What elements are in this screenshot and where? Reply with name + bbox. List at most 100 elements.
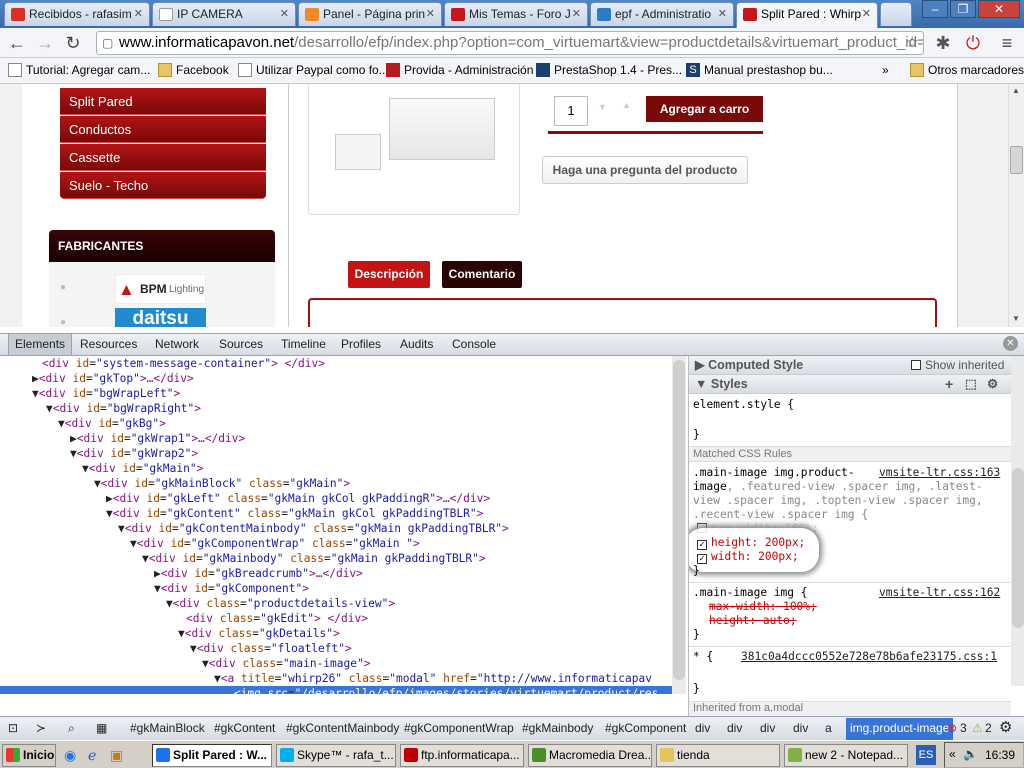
- bookmark-tutorial[interactable]: Tutorial: Agregar cam...: [8, 63, 150, 77]
- brand-daitsu-logo[interactable]: daitsu: [115, 308, 206, 327]
- add-to-cart-button[interactable]: Agregar a carro: [646, 96, 763, 122]
- taskbar-skype[interactable]: Skype™ - rafa_t...: [276, 744, 396, 767]
- rule2-prop-max-width[interactable]: max-width: 100%;: [709, 600, 817, 614]
- bookmark-provida[interactable]: Provida - Administración: [386, 63, 533, 77]
- tab-foro[interactable]: Mis Temas - Foro J ✕: [444, 2, 588, 26]
- folder-quicklaunch-icon[interactable]: ▣: [110, 747, 123, 764]
- chrome-quicklaunch-icon[interactable]: ◉: [64, 747, 76, 764]
- language-indicator[interactable]: ES: [916, 745, 936, 765]
- dom-node[interactable]: <div id="system-message-container"> </di…: [42, 356, 325, 371]
- tab-epf-admin[interactable]: epf - Administratio ✕: [590, 2, 734, 26]
- tab-timeline[interactable]: Timeline: [281, 337, 326, 351]
- styles-header[interactable]: ▼ Styles + ⬚ ⚙: [689, 375, 1011, 394]
- warning-icon[interactable]: ⚠: [972, 721, 983, 735]
- ask-question-button[interactable]: Haga una pregunta del producto: [542, 156, 748, 184]
- element-state-icon[interactable]: ⬚: [965, 375, 977, 394]
- rule1-prop-width[interactable]: ✓ width: 200px;: [697, 550, 799, 564]
- restore-icon[interactable]: ❐: [950, 0, 976, 18]
- add-rule-icon[interactable]: +: [945, 375, 953, 394]
- dom-node[interactable]: ▼<div class="productdetails-view">: [166, 596, 395, 611]
- extension-icon[interactable]: ✱: [932, 32, 954, 54]
- dom-node[interactable]: ▼<div id="gkWrap2">: [70, 446, 198, 461]
- rule2-prop-height[interactable]: height: auto;: [709, 614, 797, 628]
- breadcrumb-div[interactable]: div: [793, 721, 808, 735]
- dom-node[interactable]: ▶<div id="gkLeft" class="gkMain gkCol gk…: [106, 491, 490, 506]
- search-icon[interactable]: ⌕: [68, 721, 75, 736]
- taskbar-tienda[interactable]: tienda: [656, 744, 780, 767]
- dom-node[interactable]: ▼<div id="gkMainbody" class="gkMain gkPa…: [142, 551, 486, 566]
- tab-elements[interactable]: Elements: [8, 333, 73, 356]
- bookmark-facebook[interactable]: Facebook: [158, 63, 229, 77]
- breadcrumb-gkcontentmainbody[interactable]: #gkContentMainbody: [286, 721, 399, 735]
- scrollbar-thumb[interactable]: [1010, 146, 1023, 174]
- taskbar-dreamweaver[interactable]: Macromedia Drea...: [528, 744, 652, 767]
- dom-node[interactable]: ▼<div id="gkComponentWrap" class="gkMain…: [130, 536, 420, 551]
- forward-icon[interactable]: →: [34, 32, 56, 54]
- rule1-selector[interactable]: .main-image img.product-: [693, 466, 855, 480]
- dom-node[interactable]: <img src="/desarrollo/efp/images/stories…: [0, 686, 672, 694]
- category-conductos[interactable]: Conductos: [60, 116, 266, 143]
- breadcrumb-gkmainblock[interactable]: #gkMainBlock: [130, 721, 205, 735]
- dock-icon[interactable]: ⊡: [8, 721, 18, 735]
- error-count[interactable]: 3: [960, 721, 967, 735]
- quantity-up-icon[interactable]: ▲: [622, 100, 631, 110]
- quantity-down-icon[interactable]: ▼: [598, 102, 607, 112]
- checkbox[interactable]: [911, 360, 921, 370]
- wrench-icon[interactable]: ≡: [996, 32, 1018, 54]
- dom-node[interactable]: ▼<div id="gkMainBlock" class="gkMain">: [94, 476, 350, 491]
- close-tab-icon[interactable]: ✕: [134, 3, 143, 25]
- breadcrumb-div[interactable]: div: [760, 721, 775, 735]
- dom-node[interactable]: ▼<div id="gkContent" class="gkMain gkCol…: [106, 506, 483, 521]
- close-tab-icon[interactable]: ✕: [572, 3, 581, 25]
- warning-count[interactable]: 2: [985, 721, 992, 735]
- dom-node[interactable]: ▶<div id="gkTop">…</div>: [32, 371, 194, 386]
- start-button[interactable]: Inicio: [2, 744, 56, 767]
- breadcrumb-gkcomponentwrap[interactable]: #gkComponentWrap: [404, 721, 514, 735]
- breadcrumb-gkmainbody[interactable]: #gkMainbody: [522, 721, 593, 735]
- dom-node[interactable]: ▼<div id="bgWrapLeft">: [32, 386, 180, 401]
- checkbox[interactable]: ✓: [697, 540, 707, 550]
- tab-ip-camera[interactable]: IP CAMERA ✕: [152, 2, 296, 26]
- back-icon[interactable]: ←: [6, 32, 28, 54]
- tray-expand-icon[interactable]: «: [949, 747, 956, 761]
- ie-quicklaunch-icon[interactable]: ℯ: [88, 747, 96, 764]
- breadcrumb-img-product-image[interactable]: img.product-image: [846, 718, 954, 740]
- console-drawer-icon[interactable]: ≻: [36, 721, 46, 735]
- dom-scrollbar[interactable]: [672, 356, 686, 694]
- bookmark-manual[interactable]: S Manual prestashop bu...: [686, 63, 833, 77]
- error-icon[interactable]: ⊗: [947, 721, 957, 735]
- tab-panel[interactable]: Panel - Página prin ✕: [298, 2, 442, 26]
- page-scrollbar[interactable]: ▲ ▼: [1008, 84, 1024, 327]
- bookmarks-more[interactable]: »: [882, 63, 889, 77]
- checkbox[interactable]: ✓: [697, 554, 707, 564]
- dom-node[interactable]: ▶<div id="gkBreadcrumb">…</div>: [154, 566, 363, 581]
- breadcrumb-div[interactable]: div: [727, 721, 742, 735]
- close-window-icon[interactable]: ✕: [978, 0, 1020, 18]
- breadcrumb-gkcontent[interactable]: #gkContent: [214, 721, 275, 735]
- inspect-icon[interactable]: ▦: [96, 721, 107, 735]
- tab-console[interactable]: Console: [452, 337, 496, 351]
- new-tab-button[interactable]: [880, 2, 912, 26]
- dom-node[interactable]: ▼<div id="gkBg">: [58, 416, 166, 431]
- scroll-down-icon[interactable]: ▼: [1012, 314, 1020, 323]
- breadcrumb-a[interactable]: a: [825, 721, 832, 735]
- dom-node[interactable]: ▼<div class="main-image">: [202, 656, 370, 671]
- tab-gmail[interactable]: Recibidos - rafasim ✕: [4, 2, 150, 26]
- close-tab-icon[interactable]: ✕: [280, 3, 289, 25]
- show-inherited-toggle[interactable]: Show inherited: [911, 356, 1004, 375]
- clock[interactable]: 16:39: [985, 748, 1015, 762]
- settings-gear-icon[interactable]: ⚙: [999, 718, 1012, 736]
- bookmark-paypal[interactable]: Utilizar Paypal como fo...: [238, 63, 389, 77]
- gear-icon[interactable]: ⚙: [987, 375, 998, 394]
- dom-node[interactable]: ▼<div id="gkContentMainbody" class="gkMa…: [118, 521, 509, 536]
- rule1-prop-height[interactable]: ✓ height: 200px;: [697, 536, 805, 550]
- tab-comment[interactable]: Comentario: [442, 261, 522, 288]
- brand-bpm-logo[interactable]: ▲ BPM Lighting: [115, 274, 206, 304]
- star-icon[interactable]: ☆: [906, 32, 919, 54]
- volume-icon[interactable]: 🔈: [963, 747, 978, 761]
- tab-description[interactable]: Descripción: [348, 261, 430, 288]
- rule3-selector[interactable]: * {: [693, 650, 713, 664]
- dom-node[interactable]: ▼<a title="whirp26" class="modal" href="…: [214, 671, 652, 686]
- product-image-frame[interactable]: [308, 84, 520, 215]
- bookmark-prestashop[interactable]: PrestaShop 1.4 - Pres...: [536, 63, 682, 77]
